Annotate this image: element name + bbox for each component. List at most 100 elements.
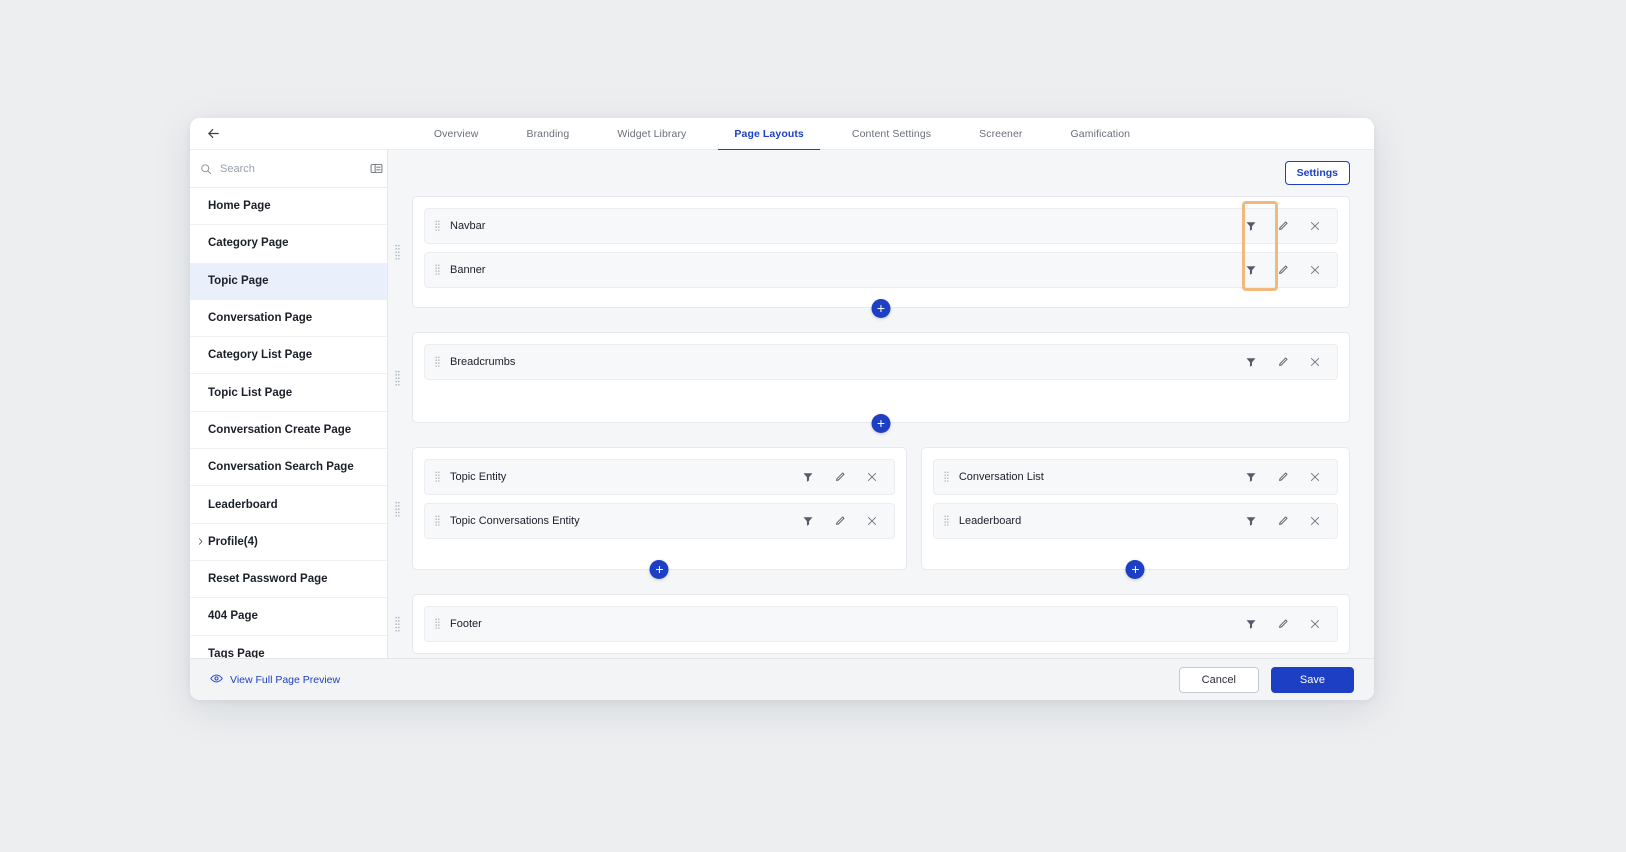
filter-icon[interactable] xyxy=(1235,211,1267,241)
widget-row[interactable]: Conversation List xyxy=(932,459,1338,495)
tab-overview[interactable]: Overview xyxy=(410,118,503,150)
section-drag-handle[interactable] xyxy=(395,501,400,517)
back-button[interactable] xyxy=(196,118,230,150)
drag-handle-icon[interactable] xyxy=(435,515,440,528)
close-icon[interactable] xyxy=(1299,255,1331,285)
widget-label: Footer xyxy=(450,618,482,630)
filter-icon[interactable] xyxy=(1235,347,1267,377)
add-section-button[interactable]: + xyxy=(871,414,891,433)
two-column-layout: Topic Entity Topic Conversations Entity … xyxy=(412,447,1350,579)
widget-row[interactable]: Footer xyxy=(424,606,1338,642)
drag-handle-icon[interactable] xyxy=(435,618,440,631)
section-drag-handle[interactable] xyxy=(395,370,400,386)
widget-row[interactable]: Breadcrumbs xyxy=(424,344,1338,380)
close-icon[interactable] xyxy=(1299,462,1331,492)
widget-label: Leaderboard xyxy=(958,515,1022,527)
add-widget-button[interactable]: + xyxy=(649,560,669,579)
filter-icon[interactable] xyxy=(1235,609,1267,639)
layout-section-header: Navbar Banner + xyxy=(395,196,1350,318)
widget-actions xyxy=(792,506,888,536)
close-icon[interactable] xyxy=(1299,506,1331,536)
widget-actions xyxy=(1235,255,1331,285)
sidebar-item-label: Leaderboard xyxy=(208,498,278,511)
section-box: Navbar Banner xyxy=(412,196,1350,308)
footer-actions: Cancel Save xyxy=(1178,666,1354,693)
tab-widget-library[interactable]: Widget Library xyxy=(593,118,710,150)
drag-handle-icon[interactable] xyxy=(435,220,440,233)
tab-page-layouts[interactable]: Page Layouts xyxy=(710,118,827,151)
section-box: Conversation List Leaderboard + xyxy=(920,447,1350,579)
widget-actions xyxy=(1235,506,1331,536)
add-section-button[interactable]: + xyxy=(871,299,891,318)
sidebar-item-404-page[interactable]: 404 Page xyxy=(190,598,387,636)
layout-section-footer: Footer xyxy=(395,594,1350,654)
settings-row: Settings xyxy=(388,150,1374,196)
drag-handle-icon[interactable] xyxy=(435,356,440,369)
sidebar-item-category-page[interactable]: Category Page xyxy=(190,225,387,262)
sidebar-item-tags-page[interactable]: Tags Page xyxy=(190,636,387,658)
widget-row[interactable]: Navbar xyxy=(424,208,1338,244)
sidebar-item-label: Category Page xyxy=(208,237,289,250)
sidebar-item-home-page[interactable]: Home Page xyxy=(190,188,387,226)
sidebar-item-topic-list-page[interactable]: Topic List Page xyxy=(190,374,387,412)
search-input[interactable] xyxy=(220,162,362,175)
footer-bar: View Full Page Preview Cancel Save xyxy=(190,658,1374,700)
settings-button[interactable]: Settings xyxy=(1284,161,1350,185)
sidebar-item-profile4[interactable]: Profile(4) xyxy=(190,524,387,561)
main-body: Home Page Category Page Topic Page Conversa… xyxy=(190,150,1374,658)
pencil-icon[interactable] xyxy=(1267,255,1299,285)
pencil-icon[interactable] xyxy=(1267,347,1299,377)
sidebar-item-conversation-search-page[interactable]: Conversation Search Page xyxy=(190,449,387,487)
sidebar-item-leaderboard[interactable]: Leaderboard xyxy=(190,486,387,524)
sidebar-item-conversation-page[interactable]: Conversation Page xyxy=(190,300,387,338)
section-box: Breadcrumbs xyxy=(412,332,1350,423)
panel-layout-icon[interactable] xyxy=(370,162,383,175)
pencil-icon[interactable] xyxy=(1267,211,1299,241)
filter-icon[interactable] xyxy=(1235,462,1267,492)
tab-gamification[interactable]: Gamification xyxy=(1047,118,1155,150)
filter-icon[interactable] xyxy=(792,506,824,536)
pencil-icon[interactable] xyxy=(1267,609,1299,639)
widget-actions xyxy=(1235,609,1331,639)
sidebar-item-reset-password-page[interactable]: Reset Password Page xyxy=(190,561,387,599)
widget-row[interactable]: Topic Entity xyxy=(424,459,895,495)
close-icon[interactable] xyxy=(1299,609,1331,639)
pencil-icon[interactable] xyxy=(1267,462,1299,492)
close-icon[interactable] xyxy=(1299,347,1331,377)
section-drag-handle[interactable] xyxy=(395,244,400,260)
sidebar-item-conversation-create-page[interactable]: Conversation Create Page xyxy=(190,412,387,450)
pencil-icon[interactable] xyxy=(824,462,856,492)
add-widget-button[interactable]: + xyxy=(1125,560,1145,579)
view-full-page-preview-link[interactable]: View Full Page Preview xyxy=(210,672,340,688)
filter-icon[interactable] xyxy=(1235,506,1267,536)
tab-screener[interactable]: Screener xyxy=(955,118,1046,150)
filter-icon[interactable] xyxy=(792,462,824,492)
preview-label: View Full Page Preview xyxy=(230,673,341,686)
drag-handle-icon[interactable] xyxy=(435,471,440,484)
drag-handle-icon[interactable] xyxy=(435,264,440,277)
drag-handle-icon[interactable] xyxy=(944,515,949,528)
chevron-right-icon[interactable] xyxy=(196,537,205,546)
sidebar-item-category-list-page[interactable]: Category List Page xyxy=(190,337,387,375)
pencil-icon[interactable] xyxy=(824,506,856,536)
layout-canvas: Settings Navbar Banner + Breadcrumbs + T… xyxy=(388,150,1374,658)
drag-handle-icon[interactable] xyxy=(944,471,949,484)
sidebar-item-label: Topic List Page xyxy=(208,386,293,399)
tab-content-settings[interactable]: Content Settings xyxy=(828,118,955,150)
save-button[interactable]: Save xyxy=(1270,666,1354,693)
sidebar-item-topic-page[interactable]: Topic Page xyxy=(190,262,387,300)
widget-row[interactable]: Topic Conversations Entity xyxy=(424,503,895,539)
filter-icon[interactable] xyxy=(1235,255,1267,285)
widget-row[interactable]: Leaderboard xyxy=(932,503,1338,539)
cancel-button[interactable]: Cancel xyxy=(1178,666,1259,693)
pencil-icon[interactable] xyxy=(1267,506,1299,536)
close-icon[interactable] xyxy=(1299,211,1331,241)
widget-row[interactable]: Banner xyxy=(424,252,1338,288)
section-drag-handle[interactable] xyxy=(395,616,400,632)
eye-icon xyxy=(210,672,223,688)
close-icon[interactable] xyxy=(856,506,888,536)
tab-bar: Overview Branding Widget Library Page Layou… xyxy=(190,118,1374,151)
widget-label: Navbar xyxy=(450,220,486,232)
tab-branding[interactable]: Branding xyxy=(502,118,593,150)
close-icon[interactable] xyxy=(856,462,888,492)
